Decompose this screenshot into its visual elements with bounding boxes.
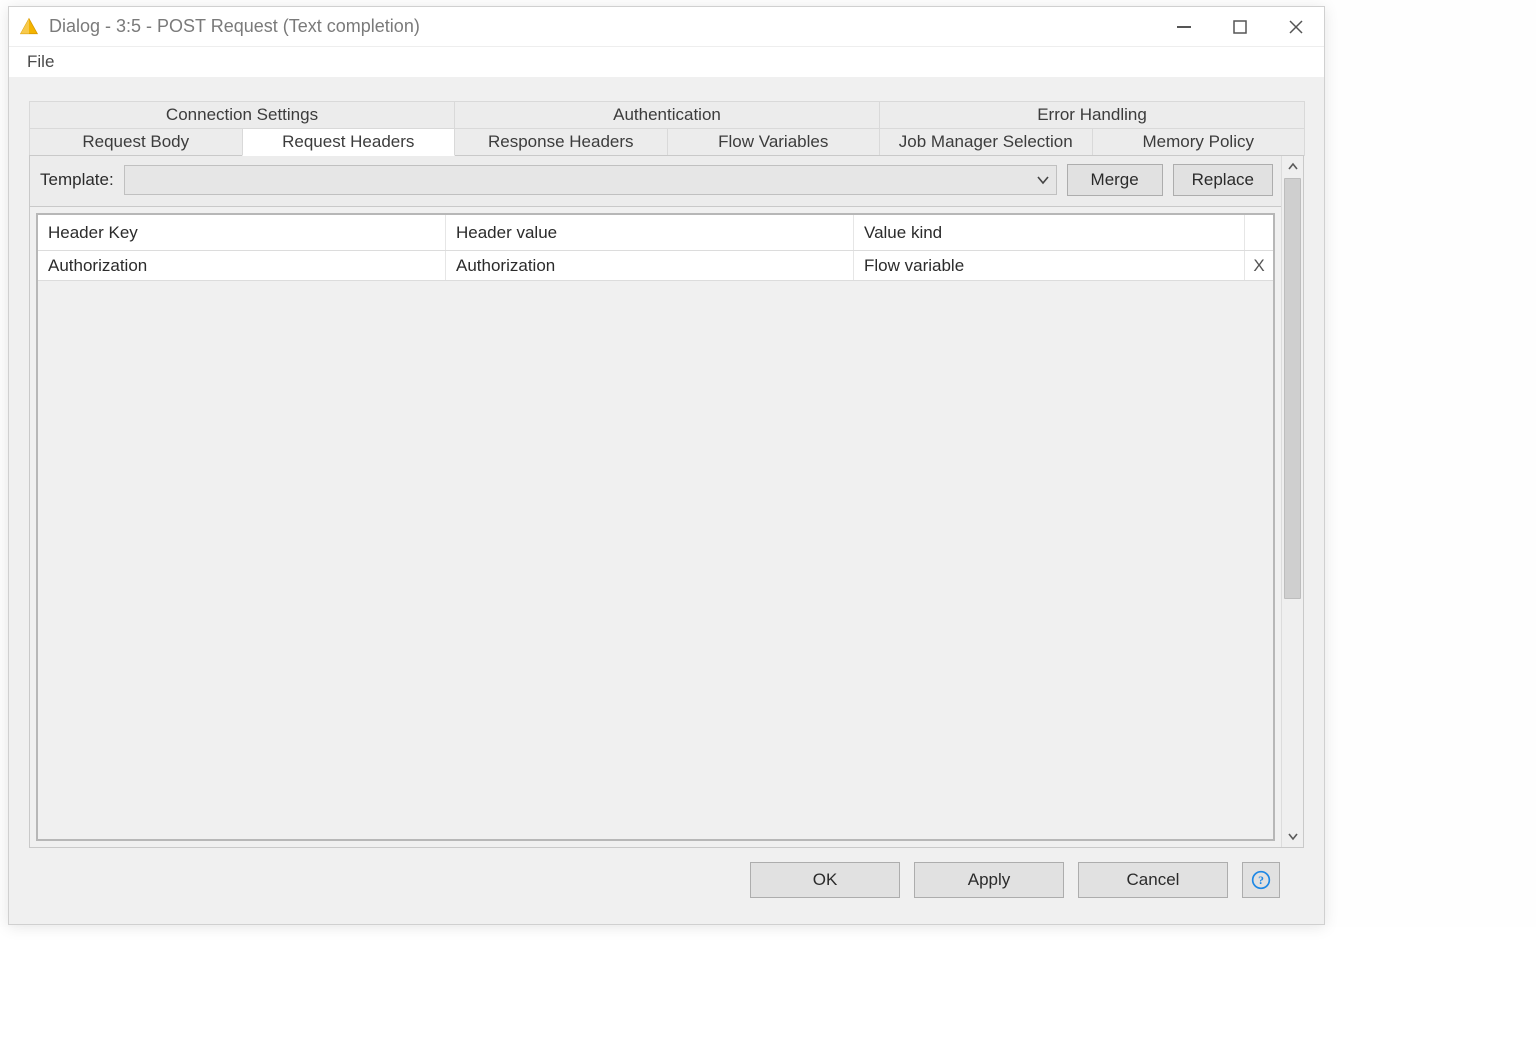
svg-text:?: ?	[1258, 874, 1264, 887]
minimize-button[interactable]	[1156, 7, 1212, 47]
help-button[interactable]: ?	[1242, 862, 1280, 898]
column-header-kind[interactable]: Value kind	[854, 215, 1245, 250]
app-icon	[19, 17, 39, 37]
dialog-window: Dialog - 3:5 - POST Request (Text comple…	[8, 6, 1325, 925]
dialog-footer: OK Apply Cancel ?	[29, 848, 1304, 912]
replace-button[interactable]: Replace	[1173, 164, 1273, 196]
scroll-thumb[interactable]	[1284, 178, 1301, 599]
column-header-key[interactable]: Header Key	[38, 215, 446, 250]
background-band	[0, 927, 1536, 1043]
tab-authentication[interactable]: Authentication	[454, 101, 880, 129]
tab-strip: Connection Settings Authentication Error…	[29, 101, 1304, 156]
menu-bar: File	[9, 47, 1324, 77]
table-body: Authorization Authorization Flow variabl…	[38, 251, 1273, 839]
merge-button[interactable]: Merge	[1067, 164, 1163, 196]
scroll-down-icon[interactable]	[1282, 825, 1303, 847]
table-row[interactable]: Authorization Authorization Flow variabl…	[38, 251, 1273, 281]
scroll-up-icon[interactable]	[1282, 156, 1303, 178]
tab-panel: Template: Merge Replace Hea	[29, 155, 1304, 848]
tab-error-handling[interactable]: Error Handling	[879, 101, 1305, 129]
close-button[interactable]	[1268, 7, 1324, 47]
title-bar: Dialog - 3:5 - POST Request (Text comple…	[9, 7, 1324, 47]
tab-memory-policy[interactable]: Memory Policy	[1092, 128, 1306, 156]
column-header-value[interactable]: Header value	[446, 215, 854, 250]
delete-row-button[interactable]: X	[1245, 251, 1273, 280]
column-header-delete	[1245, 215, 1273, 250]
table-header: Header Key Header value Value kind	[38, 215, 1273, 251]
template-combo[interactable]	[124, 165, 1057, 195]
scroll-track[interactable]	[1282, 178, 1303, 825]
apply-button[interactable]: Apply	[914, 862, 1064, 898]
client-area: Connection Settings Authentication Error…	[9, 77, 1324, 924]
vertical-scrollbar[interactable]	[1281, 156, 1303, 847]
tab-request-body[interactable]: Request Body	[29, 128, 243, 156]
menu-file[interactable]: File	[17, 50, 64, 74]
tab-response-headers[interactable]: Response Headers	[454, 128, 668, 156]
cell-header-key[interactable]: Authorization	[38, 251, 446, 280]
window-title: Dialog - 3:5 - POST Request (Text comple…	[49, 16, 420, 37]
tab-connection-settings[interactable]: Connection Settings	[29, 101, 455, 129]
ok-button[interactable]: OK	[750, 862, 900, 898]
headers-table: Header Key Header value Value kind Autho…	[36, 213, 1275, 841]
tab-job-manager-selection[interactable]: Job Manager Selection	[879, 128, 1093, 156]
tab-flow-variables[interactable]: Flow Variables	[667, 128, 881, 156]
chevron-down-icon	[1036, 173, 1050, 187]
tab-request-headers[interactable]: Request Headers	[242, 128, 456, 156]
cell-value-kind[interactable]: Flow variable	[854, 251, 1245, 280]
template-toolbar: Template: Merge Replace	[30, 156, 1281, 207]
cancel-button[interactable]: Cancel	[1078, 862, 1228, 898]
template-label: Template:	[38, 170, 114, 190]
maximize-button[interactable]	[1212, 7, 1268, 47]
help-icon: ?	[1251, 870, 1271, 890]
cell-header-value[interactable]: Authorization	[446, 251, 854, 280]
